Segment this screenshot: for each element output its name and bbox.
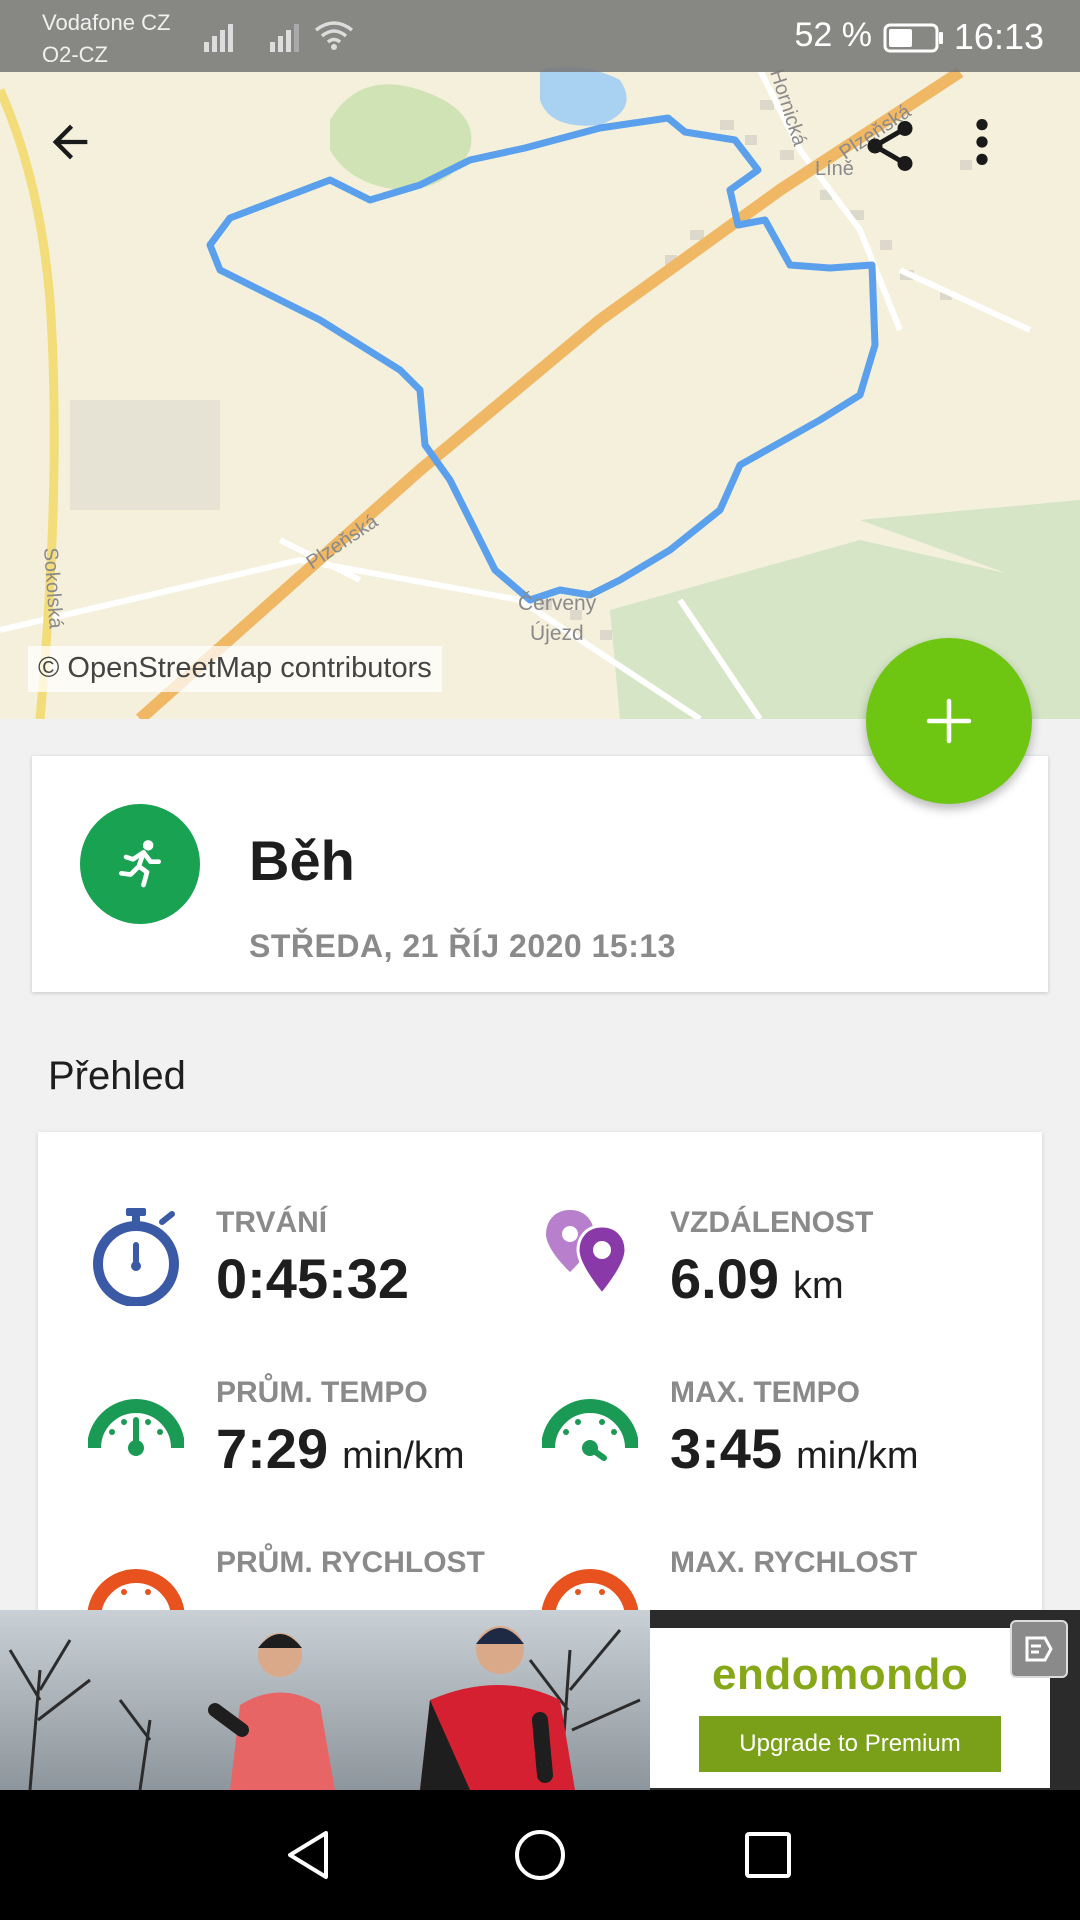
route-map[interactable]: Hornická Plzeňská Líně Plzeňská Sokolská… [0, 0, 1080, 719]
map-canvas: Hornická Plzeňská Líně Plzeňská Sokolská… [0, 66, 1080, 719]
stat-duration: TRVÁNÍ 0:45:32 [86, 1206, 546, 1346]
ad-panel: endomondo Upgrade to Premium [650, 1628, 1050, 1788]
stat-distance: VZDÁLENOST 6.09 km [540, 1206, 1000, 1346]
overview-title: Přehled [48, 1054, 186, 1098]
carrier-name-2: O2-CZ [42, 42, 108, 67]
ad-photo [0, 1610, 650, 1790]
wifi-icon [314, 21, 354, 50]
stats-card: TRVÁNÍ 0:45:32 VZDÁLENOST 6.09 km PRŮM. … [38, 1132, 1042, 1612]
stat-label: MAX. RYCHLOST [670, 1546, 918, 1579]
map-attribution[interactable]: © OpenStreetMap contributors [28, 646, 442, 692]
back-button[interactable] [44, 116, 124, 196]
nav-back-button[interactable] [268, 1815, 348, 1895]
arrow-back-icon [52, 124, 88, 160]
share-button[interactable] [860, 116, 940, 196]
speedometer-icon [86, 1376, 186, 1476]
ad-banner[interactable]: endomondo Upgrade to Premium [0, 1610, 1080, 1790]
ad-choices-icon [1025, 1636, 1053, 1662]
signal-icon-2 [270, 24, 299, 52]
stat-label: PRŮM. TEMPO [216, 1376, 428, 1409]
stat-value-row: 3:45 min/km [670, 1416, 919, 1481]
more-options-button[interactable] [974, 116, 1054, 196]
ad-choices-button[interactable] [1010, 1620, 1068, 1678]
clock: 16:13 [953, 16, 1044, 57]
system-nav-bar [0, 1790, 1080, 1920]
nav-recents-button[interactable] [728, 1815, 808, 1895]
stat-label: VZDÁLENOST [670, 1206, 874, 1239]
activity-name: Běh [249, 829, 355, 892]
running-icon [119, 840, 162, 888]
status-bar: Vodafone CZ O2-CZ 52 % 16:13 [0, 0, 1080, 72]
stat-max-speed: MAX. RYCHLOST [540, 1546, 1000, 1612]
stat-unit: km [793, 1265, 844, 1307]
stat-unit: min/km [796, 1435, 919, 1477]
stat-label: MAX. TEMPO [670, 1376, 861, 1409]
stat-avg-speed: PRŮM. RYCHLOST [86, 1546, 546, 1612]
stat-max-pace: MAX. TEMPO 3:45 min/km [540, 1376, 1000, 1516]
stat-value: 3:45 [670, 1417, 783, 1480]
nav-back-icon [288, 1831, 328, 1879]
carrier-name-1: Vodafone CZ [42, 10, 171, 35]
stopwatch-icon [86, 1206, 186, 1306]
share-icon [867, 121, 913, 171]
speedometer-icon [540, 1376, 640, 1476]
stat-value-row: 7:29 min/km [216, 1416, 465, 1481]
map-lake [540, 66, 627, 126]
nav-recents-icon [745, 1832, 791, 1878]
ad-brand-logo: endomondo [712, 1650, 969, 1699]
signal-icon [204, 24, 233, 52]
plus-icon [926, 698, 972, 744]
stat-value-row: 0:45:32 [216, 1246, 423, 1311]
stat-value: 6.09 [670, 1247, 779, 1310]
stat-avg-pace: PRŮM. TEMPO 7:29 min/km [86, 1376, 546, 1516]
location-pins-icon [540, 1206, 640, 1306]
battery-percent: 52 % [794, 16, 873, 54]
battery-icon [883, 23, 943, 53]
speedometer-icon [86, 1546, 186, 1612]
upgrade-button[interactable]: Upgrade to Premium [699, 1716, 1001, 1772]
more-vert-icon [976, 119, 988, 165]
stat-label: TRVÁNÍ [216, 1206, 328, 1239]
map-park [330, 84, 472, 190]
stat-value: 0:45:32 [216, 1247, 410, 1310]
activity-card[interactable]: Běh STŘEDA, 21 ŘÍJ 2020 15:13 [32, 756, 1048, 992]
activity-type-badge [80, 804, 200, 924]
map-label-plzenska-mid: Plzeňská [302, 510, 382, 574]
stat-label: PRŮM. RYCHLOST [216, 1546, 485, 1579]
nav-home-button[interactable] [500, 1815, 580, 1895]
map-label-cerveny: Červený [518, 592, 597, 615]
activity-date: STŘEDA, 21 ŘÍJ 2020 15:13 [249, 928, 676, 964]
add-button[interactable] [866, 638, 1032, 804]
map-label-line: Líně [815, 158, 854, 180]
nav-home-icon [515, 1830, 565, 1880]
stat-value: 7:29 [216, 1417, 329, 1480]
stat-unit: min/km [342, 1435, 465, 1477]
speedometer-icon [540, 1546, 640, 1612]
map-label-ujezd: Újezd [530, 622, 584, 645]
map-area [70, 400, 220, 510]
stat-value-row: 6.09 km [670, 1246, 844, 1311]
screen: Hornická Plzeňská Líně Plzeňská Sokolská… [0, 0, 1080, 1920]
